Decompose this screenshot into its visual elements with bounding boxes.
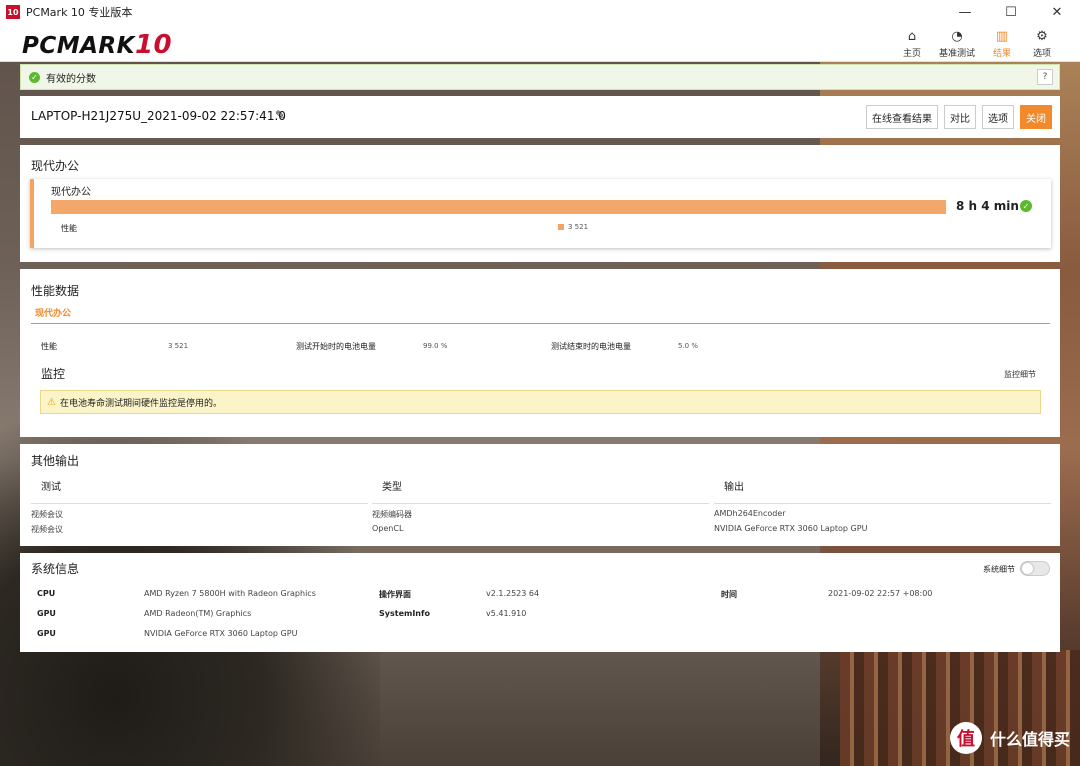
cpu-value: AMD Ryzen 7 5800H with Radeon Graphics [144, 589, 316, 598]
column-header-output: 输出 [724, 482, 744, 493]
battery-end-value: 5.0 % [678, 342, 699, 350]
battery-start-label: 测试开始时的电池电量 [296, 342, 376, 351]
window-title: PCMark 10 专业版本 [26, 6, 133, 19]
gpu-value: NVIDIA GeForce RTX 3060 Laptop GPU [144, 629, 298, 638]
valid-score-banner: ✓ 有效的分数 ? [20, 64, 1060, 90]
monitor-warning: ⚠ 在电池寿命测试期间硬件监控是停用的。 [40, 390, 1041, 414]
nav-label: 选项 [1032, 49, 1051, 59]
column-divider [372, 503, 709, 504]
system-info-panel: 系统信息 系统细节 CPU AMD Ryzen 7 5800H with Rad… [20, 553, 1060, 652]
view-online-button[interactable]: 在线查看结果 [866, 105, 938, 129]
score-bar [51, 200, 946, 214]
nav-options[interactable]: ⚙ 选项 [1022, 24, 1062, 62]
result-name: LAPTOP-H21J275U_2021-09-02 22:57:41.0 [31, 109, 286, 123]
nav-label: 主页 [902, 49, 921, 59]
perf-label: 性能 [41, 342, 57, 351]
systeminfo-value: v5.41.910 [486, 609, 527, 618]
check-icon: ✓ [1020, 200, 1032, 212]
bar-chart-icon: ▥ [995, 29, 1009, 44]
section-title: 现代办公 [31, 159, 80, 173]
maximize-icon[interactable]: ☐ [988, 0, 1034, 24]
column-header-type: 类型 [382, 482, 402, 493]
result-title-panel: LAPTOP-H21J275U_2021-09-02 22:57:41.0 ✎ … [20, 96, 1060, 138]
gauge-icon: ◔ [951, 29, 963, 44]
window-titlebar: 10 PCMark 10 专业版本 — ☐ ✕ [0, 0, 1080, 24]
nav-benchmarks[interactable]: ◔ 基准测试 [932, 24, 982, 62]
table-cell: 视频会议 [31, 510, 63, 519]
home-icon: ⌂ [907, 29, 917, 44]
table-cell: OpenCL [372, 524, 404, 533]
section-title: 系统信息 [31, 562, 80, 576]
table-cell: 视频编码器 [372, 510, 412, 519]
options-button[interactable]: 选项 [982, 105, 1014, 129]
gpu-value: AMD Radeon(TM) Graphics [144, 609, 252, 618]
time-label: 时间 [721, 590, 737, 599]
section-title: 其他输出 [31, 454, 80, 468]
nav-label: 结果 [992, 49, 1011, 59]
gear-icon: ⚙ [1036, 29, 1048, 44]
app-icon: 10 [6, 5, 20, 19]
ui-version-label: 操作界面 [379, 590, 411, 599]
perf-value: 3 521 [568, 223, 589, 231]
pcmark-logo: PCMARK10 [22, 30, 173, 60]
time-value: 2021-09-02 22:57 +08:00 [828, 589, 933, 598]
gpu-label: GPU [37, 629, 56, 638]
modern-office-panel: 现代办公 现代办公 8 h 4 min ✓ 性能 3 521 [20, 145, 1060, 262]
close-button[interactable]: 关闭 [1020, 105, 1052, 129]
perf-marker [558, 224, 564, 230]
column-divider [31, 503, 368, 504]
nav-label: 基准测试 [938, 49, 975, 59]
section-title: 性能数据 [31, 284, 80, 298]
cpu-label: CPU [37, 589, 56, 598]
watermark-text: 什么值得买 [989, 730, 1070, 749]
warning-text: 在电池寿命测试期间硬件监控是停用的。 [59, 398, 222, 409]
system-details-toggle[interactable] [1020, 561, 1050, 576]
score-card: 现代办公 8 h 4 min ✓ 性能 3 521 [30, 179, 1051, 248]
help-button[interactable]: ? [1037, 69, 1053, 85]
battery-start-value: 99.0 % [423, 342, 448, 350]
table-cell: AMDh264Encoder [714, 509, 786, 518]
performance-data-panel: 性能数据 现代办公 性能 3 521 测试开始时的电池电量 99.0 % 测试结… [20, 269, 1060, 437]
nav-results[interactable]: ▥ 结果 [982, 24, 1022, 62]
watermark: 值 什么值得买 [949, 722, 1070, 754]
system-details-label: 系统细节 [983, 565, 1015, 574]
tab-underline [31, 323, 1050, 324]
valid-score-text: 有效的分数 [46, 73, 96, 85]
column-divider [714, 503, 1051, 504]
nav-home[interactable]: ⌂ 主页 [892, 24, 932, 62]
app-header: PCMARK10 ⌂ 主页 ◔ 基准测试 ▥ 结果 ⚙ 选项 [0, 24, 1080, 62]
perf-label: 性能 [61, 224, 77, 233]
systeminfo-label: SystemInfo [379, 609, 430, 618]
result-actions: 在线查看结果 对比 选项 关闭 [860, 105, 1052, 129]
table-cell: 视频会议 [31, 525, 63, 534]
column-header-test: 测试 [41, 482, 61, 493]
monitor-title: 监控 [41, 367, 66, 381]
monitor-details-link[interactable]: 监控细节 [1004, 369, 1036, 380]
other-output-panel: 其他输出 测试 类型 输出 视频会议 视频编码器 AMDh264Encoder … [20, 444, 1060, 546]
compare-button[interactable]: 对比 [944, 105, 976, 129]
score-value: 8 h 4 min [956, 199, 1019, 213]
tab-modern-office[interactable]: 现代办公 [35, 306, 71, 319]
battery-end-label: 测试结束时的电池电量 [551, 342, 631, 351]
ui-version-value: v2.1.2523 64 [486, 589, 540, 598]
window-controls: — ☐ ✕ [942, 0, 1080, 24]
check-icon: ✓ [29, 71, 40, 83]
perf-value: 3 521 [168, 342, 189, 350]
edit-pencil-icon[interactable]: ✎ [275, 108, 285, 122]
watermark-logo: 值 [949, 722, 982, 754]
table-cell: NVIDIA GeForce RTX 3060 Laptop GPU [714, 524, 868, 533]
close-icon[interactable]: ✕ [1034, 0, 1080, 24]
minimize-icon[interactable]: — [942, 0, 988, 24]
gpu-label: GPU [37, 609, 56, 618]
warning-icon: ⚠ [47, 396, 56, 408]
score-card-label: 现代办公 [51, 187, 91, 198]
main-nav: ⌂ 主页 ◔ 基准测试 ▥ 结果 ⚙ 选项 [892, 24, 1062, 62]
